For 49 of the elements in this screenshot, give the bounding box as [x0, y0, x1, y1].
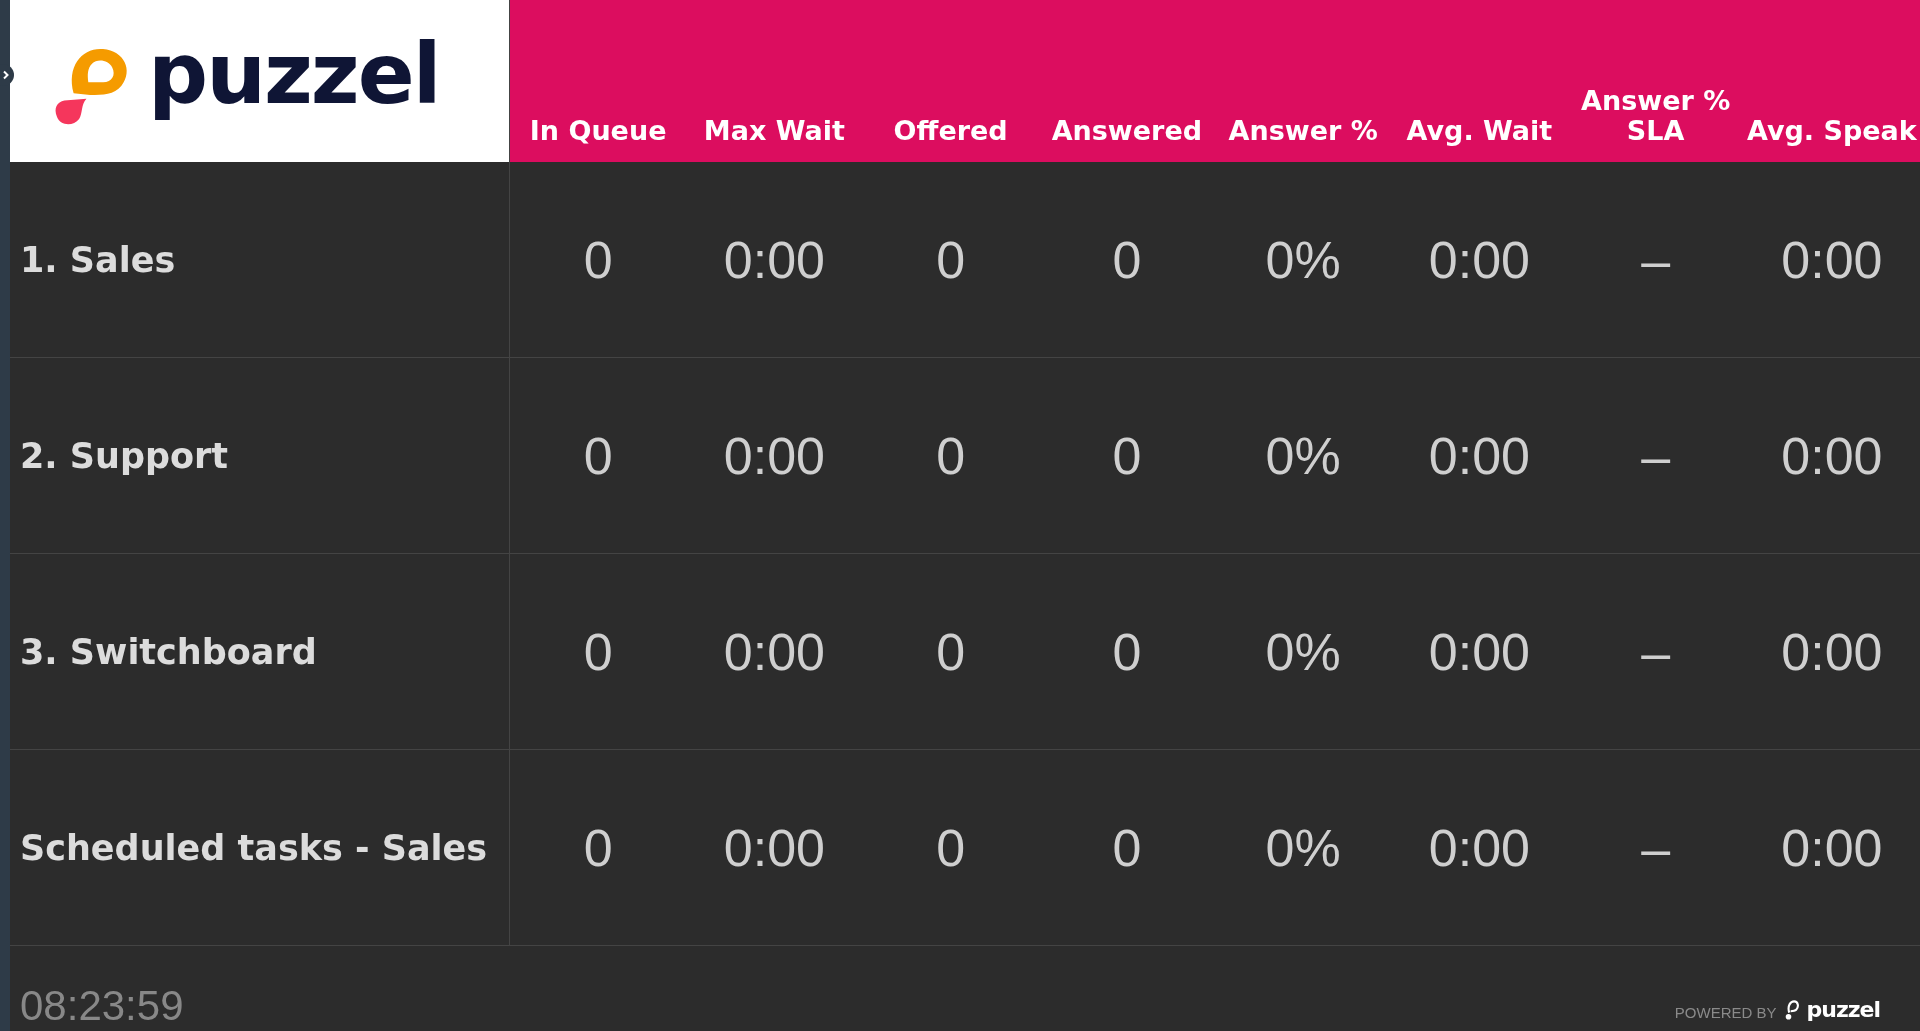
- column-header: Answered: [1038, 0, 1215, 162]
- table-cell: 0:00: [1391, 358, 1568, 554]
- table-cell: 0:00: [1391, 750, 1568, 946]
- column-header: Avg. Wait: [1391, 0, 1568, 162]
- table-cell: 0: [862, 554, 1039, 750]
- table-cell: 0: [862, 750, 1039, 946]
- powered-by-label: POWERED BY: [1674, 1004, 1777, 1021]
- table-cell: 0: [1038, 358, 1215, 554]
- column-header: Answer % SLA: [1567, 0, 1744, 162]
- table-cell: 0: [510, 554, 687, 750]
- table-cell: 0:00: [1743, 358, 1920, 554]
- column-header: Offered: [862, 0, 1039, 162]
- table-cell: 0:00: [1391, 554, 1568, 750]
- clock: 08:23:59: [20, 985, 184, 1027]
- table-cell: 0: [1038, 554, 1215, 750]
- column-header: Avg. Speak: [1743, 0, 1920, 162]
- table-cell: 0:00: [1391, 162, 1568, 358]
- table-cell: 0:00: [1743, 162, 1920, 358]
- table-cell: 0: [1038, 162, 1215, 358]
- table-cell: 0:00: [686, 162, 863, 358]
- table-cell: 0%: [1215, 358, 1392, 554]
- table-cell: 0: [862, 358, 1039, 554]
- queue-name: 3. Switchboard: [10, 554, 510, 750]
- table-cell: 0: [1038, 750, 1215, 946]
- table-cell: –: [1567, 162, 1744, 358]
- brand-wordmark: puzzel: [1806, 999, 1880, 1021]
- table-cell: 0: [862, 162, 1039, 358]
- table-cell: 0%: [1215, 554, 1392, 750]
- chevron-right-icon: [1, 70, 11, 80]
- column-header: In Queue: [510, 0, 687, 162]
- table-cell: –: [1567, 554, 1744, 750]
- table-cell: 0%: [1215, 162, 1392, 358]
- table-cell: 0:00: [1743, 750, 1920, 946]
- column-header: Max Wait: [686, 0, 863, 162]
- table-cell: 0%: [1215, 750, 1392, 946]
- queue-name: 2. Support: [10, 358, 510, 554]
- queue-name: 1. Sales: [10, 162, 510, 358]
- column-header: Answer %: [1215, 0, 1392, 162]
- table-cell: –: [1567, 750, 1744, 946]
- table-cell: 0: [510, 358, 687, 554]
- table-cell: 0: [510, 750, 687, 946]
- table-cell: 0:00: [686, 358, 863, 554]
- table-cell: 0:00: [1743, 554, 1920, 750]
- table-cell: 0:00: [686, 750, 863, 946]
- table-cell: –: [1567, 358, 1744, 554]
- table-cell: 0:00: [686, 554, 863, 750]
- queue-name: Scheduled tasks - Sales: [10, 750, 510, 946]
- table-cell: 0: [510, 162, 687, 358]
- logo-mark-icon: [1784, 1000, 1799, 1021]
